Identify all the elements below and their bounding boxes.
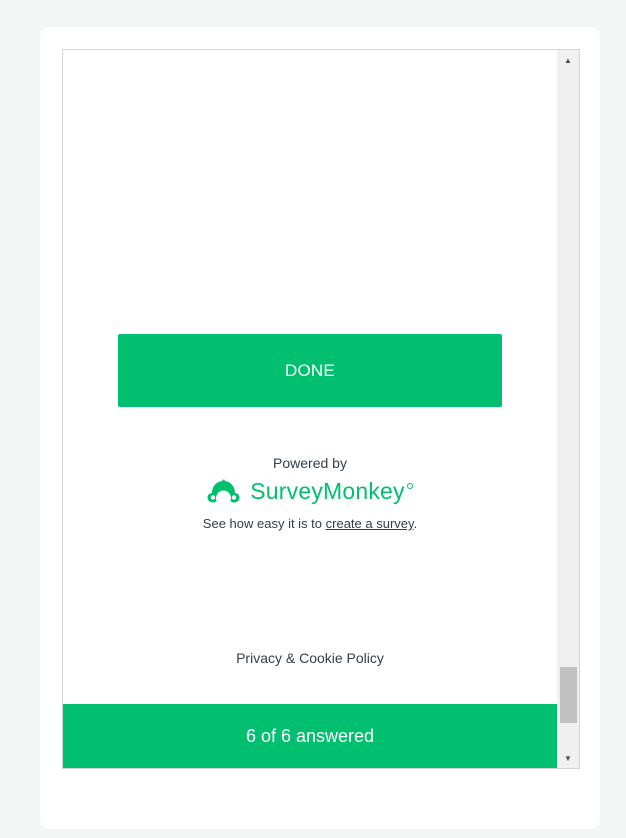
surveymonkey-brand[interactable]: SurveyMonkey — [63, 478, 557, 505]
tagline: See how easy it is to create a survey. — [63, 516, 557, 531]
scroll-thumb[interactable] — [560, 667, 577, 723]
scroll-up-arrow-icon[interactable]: ▲ — [557, 50, 579, 70]
surveymonkey-logo-icon — [207, 479, 240, 502]
brand-name: SurveyMonkey — [250, 478, 405, 504]
vertical-scrollbar[interactable]: ▲ ▼ — [557, 50, 579, 768]
survey-frame: DONE Powered by SurveyMonkey See how eas… — [62, 49, 580, 769]
privacy-cookie-policy-link[interactable]: Privacy & Cookie Policy — [63, 650, 557, 666]
create-survey-link[interactable]: create a survey — [326, 516, 414, 531]
registered-mark-icon — [406, 482, 413, 489]
progress-bar: 6 of 6 answered — [63, 704, 557, 768]
done-button[interactable]: DONE — [118, 334, 502, 407]
powered-by-text: Powered by — [273, 455, 347, 471]
progress-label: 6 of 6 answered — [245, 725, 375, 746]
scroll-down-arrow-icon[interactable]: ▼ — [557, 748, 579, 768]
survey-content: DONE Powered by SurveyMonkey See how eas… — [63, 50, 557, 768]
tagline-suffix: . — [413, 516, 418, 531]
tagline-prefix: See how easy it is to — [202, 516, 326, 531]
